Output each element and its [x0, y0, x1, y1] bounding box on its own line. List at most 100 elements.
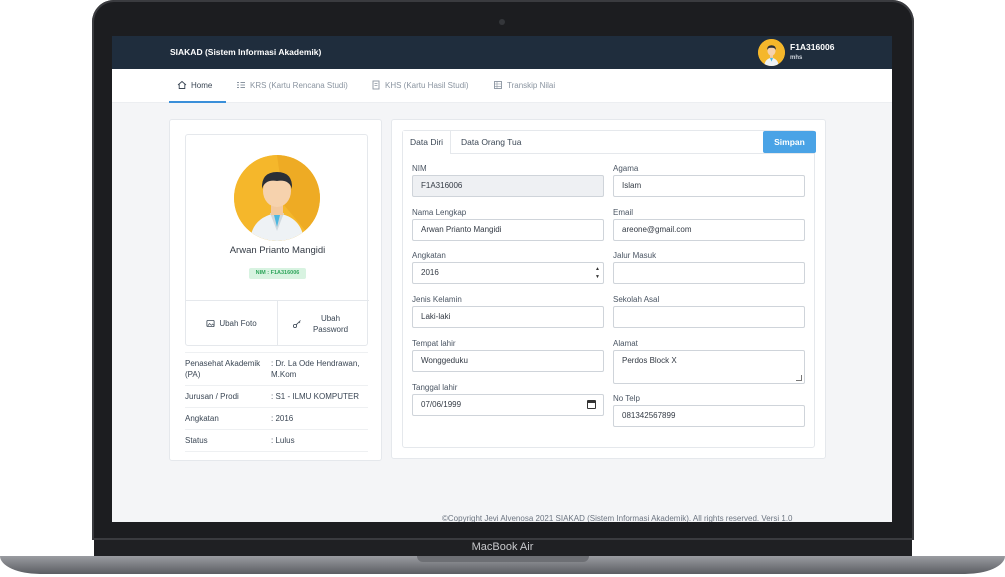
user-avatar-icon: [758, 39, 785, 66]
angkatan-field: Angkatan 2016 ▲ ▼: [412, 251, 604, 284]
nim-field: NIM F1A316006: [412, 164, 604, 197]
nav-khs[interactable]: KHS (Kartu Hasil Studi): [371, 80, 469, 90]
jalur-masuk-input[interactable]: [613, 262, 805, 284]
user-avatar[interactable]: [758, 39, 785, 66]
nav-home-label: Home: [191, 80, 213, 90]
form-card: Data Diri Data Orang Tua Simpan NIM F1A3…: [391, 119, 826, 459]
nama-label: Nama Lengkap: [412, 208, 467, 217]
email-label: Email: [613, 208, 634, 217]
info-row: Status : Lulus: [185, 429, 368, 452]
tempat-lahir-label: Tempat lahir: [412, 339, 456, 348]
home-icon: [177, 80, 187, 89]
resize-handle-icon[interactable]: [796, 375, 802, 381]
sekolah-asal-input[interactable]: [613, 306, 805, 328]
tab-bar: Data Diri Data Orang Tua Simpan: [403, 131, 816, 154]
profile-avatar: [234, 155, 320, 241]
nav-krs[interactable]: KRS (Kartu Rencana Studi): [236, 80, 348, 90]
info-key: Status: [185, 436, 208, 445]
nim-label: NIM: [412, 164, 427, 173]
nav-krs-label: KRS (Kartu Rencana Studi): [250, 80, 348, 90]
change-password-label: Ubah Password: [312, 313, 349, 334]
user-role: mhs: [790, 55, 803, 61]
key-icon: [292, 319, 301, 328]
info-key: Angkatan: [185, 414, 219, 423]
alamat-label: Alamat: [613, 339, 638, 348]
tanggal-lahir-value: 07/06/1999: [421, 400, 462, 409]
tab-data-orang-tua[interactable]: Data Orang Tua: [454, 131, 528, 154]
tabs-container: Data Diri Data Orang Tua Simpan NIM F1A3…: [402, 130, 816, 448]
sekolah-asal-field: Sekolah Asal: [613, 295, 805, 328]
nav-active-indicator: [169, 101, 226, 103]
agama-input[interactable]: Islam: [613, 175, 805, 197]
user-id[interactable]: F1A316006: [790, 42, 834, 52]
nama-input[interactable]: Arwan Prianto Mangidi: [412, 219, 604, 241]
nama-field: Nama Lengkap Arwan Prianto Mangidi: [412, 208, 604, 241]
alamat-value: Perdos Block X: [622, 356, 677, 365]
nav-home[interactable]: Home: [177, 80, 212, 90]
profile-actions: Ubah Foto Ubah Password: [186, 300, 369, 346]
jalur-masuk-field: Jalur Masuk: [613, 251, 805, 284]
tab-data-diri[interactable]: Data Diri: [403, 131, 452, 154]
email-input[interactable]: areone@gmail.com: [613, 219, 805, 241]
tanggal-lahir-input[interactable]: 07/06/1999: [412, 394, 604, 416]
agama-label: Agama: [613, 164, 639, 173]
alamat-field: Alamat Perdos Block X: [613, 339, 805, 384]
change-photo-label: Ubah Foto: [219, 319, 257, 328]
calendar-icon[interactable]: [587, 400, 596, 409]
tanggal-lahir-field: Tanggal lahir 07/06/1999: [412, 383, 604, 416]
alamat-textarea[interactable]: Perdos Block X: [613, 350, 805, 384]
info-value: : Lulus: [271, 436, 295, 445]
tanggal-lahir-label: Tanggal lahir: [412, 383, 458, 392]
nim-badge: NIM : F1A316006: [249, 268, 306, 279]
avatar-icon: [234, 155, 320, 241]
info-key: Jurusan / Prodi: [185, 392, 239, 401]
profile-info-table: Penasehat Akademik (PA) : Dr. La Ode Hen…: [185, 352, 368, 452]
nim-input[interactable]: F1A316006: [412, 175, 604, 197]
jenis-kelamin-field: Jenis Kelamin Laki-laki: [412, 295, 604, 328]
no-telp-label: No Telp: [613, 394, 640, 403]
info-value: : 2016: [271, 414, 294, 423]
image-icon: [206, 319, 215, 328]
email-field: Email areone@gmail.com: [613, 208, 805, 241]
info-key: Penasehat Akademik (PA): [185, 359, 261, 379]
tempat-lahir-input[interactable]: Wonggeduku: [412, 350, 604, 372]
list-icon: [237, 82, 245, 88]
info-row: Jurusan / Prodi : S1 - ILMU KOMPUTER: [185, 385, 368, 407]
info-value: : S1 - ILMU KOMPUTER: [271, 392, 360, 401]
tempat-lahir-field: Tempat lahir Wonggeduku: [412, 339, 604, 372]
jenis-kelamin-label: Jenis Kelamin: [412, 295, 462, 304]
nav-khs-label: KHS (Kartu Hasil Studi): [385, 80, 469, 90]
footer-copyright: ©Copyright Jevi Alvenosa 2021 SIAKAD (Si…: [442, 514, 793, 522]
jenis-kelamin-input[interactable]: Laki-laki: [412, 306, 604, 328]
laptop-notch: [417, 556, 589, 562]
profile-card: Arwan Prianto Mangidi NIM : F1A316006 Ub…: [169, 119, 382, 461]
table-icon: [494, 81, 502, 89]
agama-field: Agama Islam: [613, 164, 805, 197]
angkatan-value: 2016: [421, 268, 439, 277]
document-icon: [372, 80, 380, 90]
info-row: Angkatan : 2016: [185, 407, 368, 429]
app-title: SIAKAD (Sistem Informasi Akademik): [170, 47, 322, 57]
nav-transkip-label: Transkip Nilai: [507, 80, 556, 90]
info-value: : Dr. La Ode Hendrawan, M.Kom: [271, 359, 360, 379]
camera-icon: [499, 19, 505, 25]
spinner-icon[interactable]: ▲ ▼: [595, 265, 600, 281]
screen: SIAKAD (Sistem Informasi Akademik) F1A31…: [112, 36, 892, 522]
sekolah-asal-label: Sekolah Asal: [613, 295, 660, 304]
info-row: Penasehat Akademik (PA) : Dr. La Ode Hen…: [185, 352, 368, 385]
navbar: Home KRS (Kartu Rencana Studi) KHS (Kart…: [112, 69, 892, 103]
profile-name: Arwan Prianto Mangidi: [229, 245, 326, 256]
nav-transkip[interactable]: Transkip Nilai: [493, 80, 555, 90]
angkatan-input[interactable]: 2016 ▲ ▼: [412, 262, 604, 284]
device-label: MacBook Air: [471, 541, 534, 553]
angkatan-label: Angkatan: [412, 251, 446, 260]
jalur-masuk-label: Jalur Masuk: [613, 251, 657, 260]
laptop-base: MacBook Air: [0, 540, 1005, 577]
save-button[interactable]: Simpan: [763, 131, 816, 153]
change-photo-button[interactable]: Ubah Foto: [186, 301, 277, 346]
topbar: SIAKAD (Sistem Informasi Akademik) F1A31…: [112, 36, 892, 69]
profile-box: Arwan Prianto Mangidi NIM : F1A316006 Ub…: [185, 134, 369, 346]
change-password-button[interactable]: Ubah Password: [277, 301, 369, 346]
no-telp-input[interactable]: 081342567899: [613, 405, 805, 427]
laptop-hinge: MacBook Air: [94, 540, 912, 556]
